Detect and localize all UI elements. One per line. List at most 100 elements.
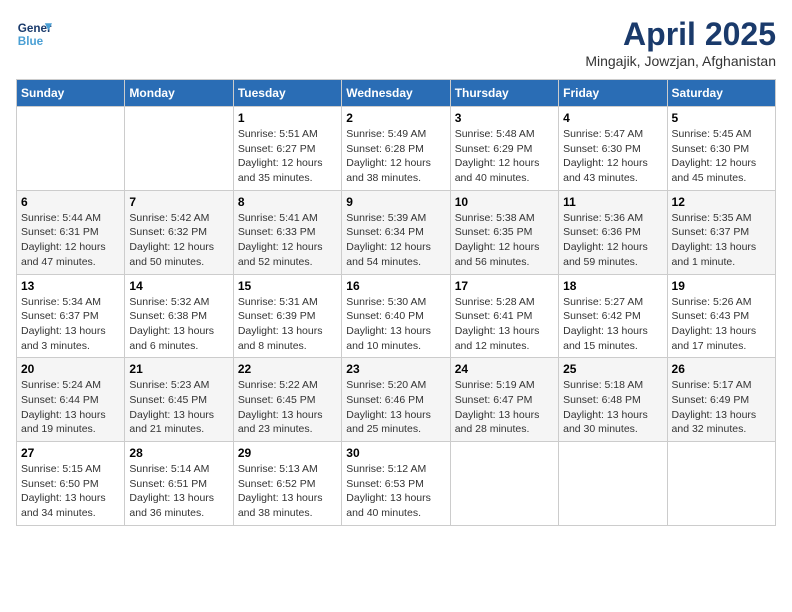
day-info: Sunrise: 5:36 AMSunset: 6:36 PMDaylight:… — [563, 211, 662, 270]
day-number: 29 — [238, 446, 337, 460]
day-info: Sunrise: 5:42 AMSunset: 6:32 PMDaylight:… — [129, 211, 228, 270]
calendar-cell: 26 Sunrise: 5:17 AMSunset: 6:49 PMDayligh… — [667, 358, 775, 442]
calendar-cell: 20Sunrise: 5:24 AMSunset: 6:44 PMDayligh… — [17, 358, 125, 442]
calendar-cell: 12 Sunrise: 5:35 AMSunset: 6:37 PMDayligh… — [667, 190, 775, 274]
weekday-header: Saturday — [667, 80, 775, 107]
day-info: Sunrise: 5:34 AMSunset: 6:37 PMDaylight:… — [21, 295, 120, 354]
day-info: Sunrise: 5:19 AMSunset: 6:47 PMDaylight:… — [455, 378, 554, 437]
day-number: 21 — [129, 362, 228, 376]
day-info: Sunrise: 5:17 AMSunset: 6:49 PMDaylight:… — [672, 378, 771, 437]
calendar-cell: 30 Sunrise: 5:12 AMSunset: 6:53 PMDayligh… — [342, 442, 450, 526]
weekday-header: Monday — [125, 80, 233, 107]
calendar-cell: 1 Sunrise: 5:51 AMSunset: 6:27 PMDaylight… — [233, 107, 341, 191]
day-number: 26 — [672, 362, 771, 376]
calendar-cell: 21 Sunrise: 5:23 AMSunset: 6:45 PMDayligh… — [125, 358, 233, 442]
weekday-header: Thursday — [450, 80, 558, 107]
calendar-cell — [17, 107, 125, 191]
day-info: Sunrise: 5:51 AMSunset: 6:27 PMDaylight:… — [238, 127, 337, 186]
day-info: Sunrise: 5:22 AMSunset: 6:45 PMDaylight:… — [238, 378, 337, 437]
calendar-cell — [125, 107, 233, 191]
day-number: 10 — [455, 195, 554, 209]
day-info: Sunrise: 5:47 AMSunset: 6:30 PMDaylight:… — [563, 127, 662, 186]
calendar-cell: 16 Sunrise: 5:30 AMSunset: 6:40 PMDayligh… — [342, 274, 450, 358]
day-number: 22 — [238, 362, 337, 376]
day-info: Sunrise: 5:28 AMSunset: 6:41 PMDaylight:… — [455, 295, 554, 354]
calendar-cell — [559, 442, 667, 526]
calendar-cell: 22 Sunrise: 5:22 AMSunset: 6:45 PMDayligh… — [233, 358, 341, 442]
calendar-cell: 14 Sunrise: 5:32 AMSunset: 6:38 PMDayligh… — [125, 274, 233, 358]
day-info: Sunrise: 5:35 AMSunset: 6:37 PMDaylight:… — [672, 211, 771, 270]
day-info: Sunrise: 5:12 AMSunset: 6:53 PMDaylight:… — [346, 462, 445, 521]
day-number: 23 — [346, 362, 445, 376]
calendar-cell: 25 Sunrise: 5:18 AMSunset: 6:48 PMDayligh… — [559, 358, 667, 442]
calendar-cell: 4 Sunrise: 5:47 AMSunset: 6:30 PMDaylight… — [559, 107, 667, 191]
day-number: 12 — [672, 195, 771, 209]
day-info: Sunrise: 5:23 AMSunset: 6:45 PMDaylight:… — [129, 378, 228, 437]
calendar-cell: 3 Sunrise: 5:48 AMSunset: 6:29 PMDaylight… — [450, 107, 558, 191]
calendar-subtitle: Mingajik, Jowzjan, Afghanistan — [585, 53, 776, 69]
calendar-cell: 8 Sunrise: 5:41 AMSunset: 6:33 PMDaylight… — [233, 190, 341, 274]
day-number: 16 — [346, 279, 445, 293]
calendar-cell: 2 Sunrise: 5:49 AMSunset: 6:28 PMDaylight… — [342, 107, 450, 191]
day-number: 30 — [346, 446, 445, 460]
svg-text:Blue: Blue — [18, 35, 44, 48]
day-info: Sunrise: 5:31 AMSunset: 6:39 PMDaylight:… — [238, 295, 337, 354]
day-info: Sunrise: 5:41 AMSunset: 6:33 PMDaylight:… — [238, 211, 337, 270]
calendar-cell — [667, 442, 775, 526]
day-number: 7 — [129, 195, 228, 209]
calendar-cell: 23 Sunrise: 5:20 AMSunset: 6:46 PMDayligh… — [342, 358, 450, 442]
day-number: 11 — [563, 195, 662, 209]
day-number: 4 — [563, 111, 662, 125]
logo-icon: General Blue — [16, 16, 52, 52]
calendar-cell: 24 Sunrise: 5:19 AMSunset: 6:47 PMDayligh… — [450, 358, 558, 442]
day-info: Sunrise: 5:44 AMSunset: 6:31 PMDaylight:… — [21, 211, 120, 270]
day-info: Sunrise: 5:45 AMSunset: 6:30 PMDaylight:… — [672, 127, 771, 186]
day-info: Sunrise: 5:18 AMSunset: 6:48 PMDaylight:… — [563, 378, 662, 437]
day-number: 1 — [238, 111, 337, 125]
day-number: 27 — [21, 446, 120, 460]
calendar-cell: 28Sunrise: 5:14 AMSunset: 6:51 PMDayligh… — [125, 442, 233, 526]
calendar-cell: 27 Sunrise: 5:15 AMSunset: 6:50 PMDayligh… — [17, 442, 125, 526]
day-info: Sunrise: 5:32 AMSunset: 6:38 PMDaylight:… — [129, 295, 228, 354]
calendar-cell: 19Sunrise: 5:26 AMSunset: 6:43 PMDayligh… — [667, 274, 775, 358]
day-number: 28 — [129, 446, 228, 460]
day-info: Sunrise: 5:15 AMSunset: 6:50 PMDaylight:… — [21, 462, 120, 521]
day-info: Sunrise: 5:27 AMSunset: 6:42 PMDaylight:… — [563, 295, 662, 354]
day-number: 8 — [238, 195, 337, 209]
calendar-cell: 6 Sunrise: 5:44 AMSunset: 6:31 PMDaylight… — [17, 190, 125, 274]
calendar-cell: 10 Sunrise: 5:38 AMSunset: 6:35 PMDayligh… — [450, 190, 558, 274]
calendar-cell: 7 Sunrise: 5:42 AMSunset: 6:32 PMDaylight… — [125, 190, 233, 274]
calendar-cell: 9Sunrise: 5:39 AMSunset: 6:34 PMDaylight… — [342, 190, 450, 274]
calendar-cell: 17 Sunrise: 5:28 AMSunset: 6:41 PMDayligh… — [450, 274, 558, 358]
calendar-cell: 29 Sunrise: 5:13 AMSunset: 6:52 PMDayligh… — [233, 442, 341, 526]
day-info: Sunrise: 5:26 AMSunset: 6:43 PMDaylight:… — [672, 295, 771, 354]
weekday-header: Sunday — [17, 80, 125, 107]
day-info: Sunrise: 5:48 AMSunset: 6:29 PMDaylight:… — [455, 127, 554, 186]
day-info: Sunrise: 5:30 AMSunset: 6:40 PMDaylight:… — [346, 295, 445, 354]
weekday-header: Tuesday — [233, 80, 341, 107]
day-number: 2 — [346, 111, 445, 125]
calendar-cell — [450, 442, 558, 526]
calendar-cell: 15 Sunrise: 5:31 AMSunset: 6:39 PMDayligh… — [233, 274, 341, 358]
calendar-title: April 2025 — [585, 16, 776, 53]
day-number: 9 — [346, 195, 445, 209]
day-number: 24 — [455, 362, 554, 376]
calendar-cell: 5Sunrise: 5:45 AMSunset: 6:30 PMDaylight… — [667, 107, 775, 191]
day-number: 17 — [455, 279, 554, 293]
day-number: 13 — [21, 279, 120, 293]
logo: General Blue — [16, 16, 52, 52]
weekday-header: Wednesday — [342, 80, 450, 107]
day-number: 6 — [21, 195, 120, 209]
day-number: 14 — [129, 279, 228, 293]
day-info: Sunrise: 5:24 AMSunset: 6:44 PMDaylight:… — [21, 378, 120, 437]
day-number: 3 — [455, 111, 554, 125]
weekday-header: Friday — [559, 80, 667, 107]
day-info: Sunrise: 5:13 AMSunset: 6:52 PMDaylight:… — [238, 462, 337, 521]
day-info: Sunrise: 5:38 AMSunset: 6:35 PMDaylight:… — [455, 211, 554, 270]
day-number: 25 — [563, 362, 662, 376]
day-info: Sunrise: 5:49 AMSunset: 6:28 PMDaylight:… — [346, 127, 445, 186]
day-info: Sunrise: 5:20 AMSunset: 6:46 PMDaylight:… — [346, 378, 445, 437]
day-number: 18 — [563, 279, 662, 293]
calendar-cell: 18 Sunrise: 5:27 AMSunset: 6:42 PMDayligh… — [559, 274, 667, 358]
day-number: 15 — [238, 279, 337, 293]
